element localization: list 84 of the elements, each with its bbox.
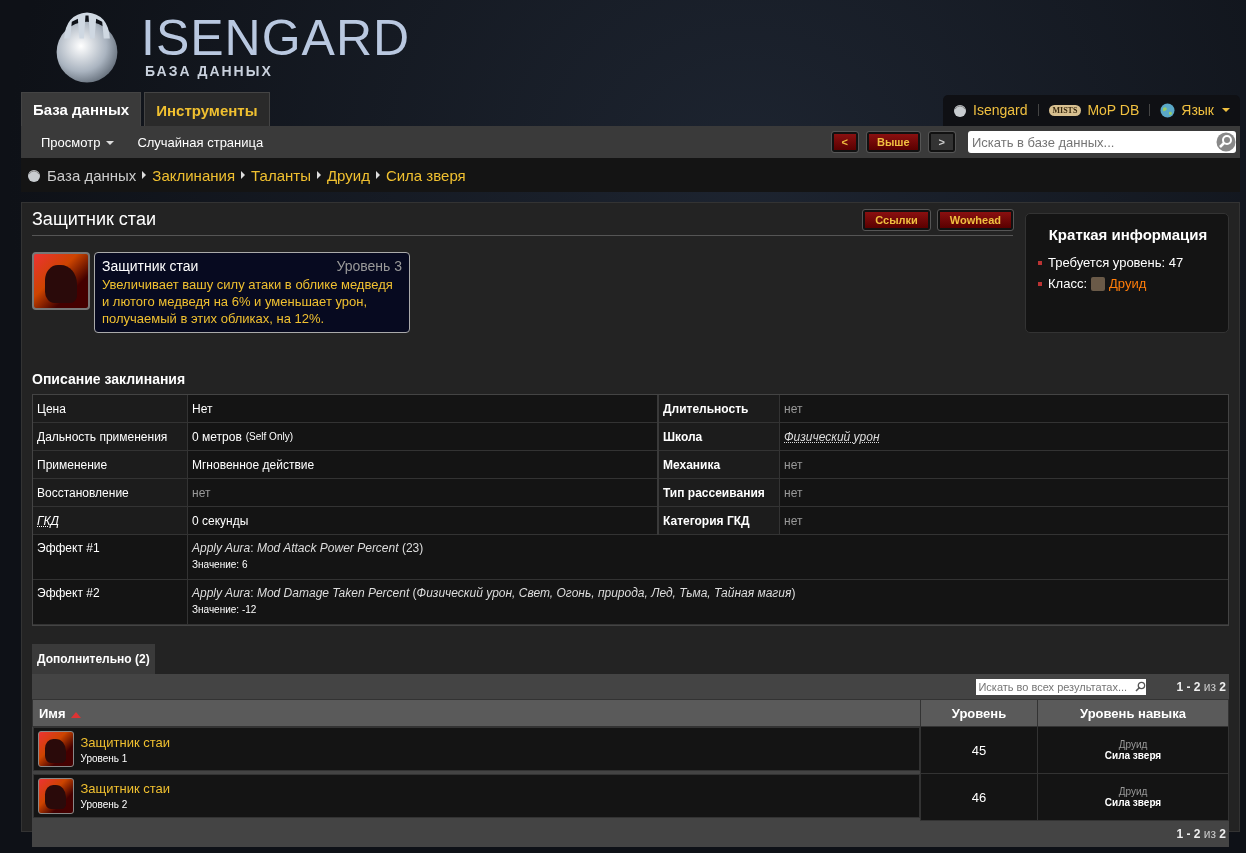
table-cell-text: нет	[783, 512, 804, 530]
spell-link[interactable]: Защитник стаи	[80, 734, 171, 750]
table-cell-text: нет	[783, 400, 804, 418]
spell-icon	[37, 731, 74, 767]
sphere-icon	[27, 168, 41, 182]
table-cell: Длительность	[659, 395, 780, 422]
globe-icon	[1160, 102, 1176, 118]
link-button[interactable]: Ссылки	[863, 209, 930, 230]
breadcrumb-link[interactable]: Друид	[326, 166, 370, 184]
search-field[interactable]: Искать в базе данных...	[968, 131, 1236, 153]
nav-button[interactable]: Выше	[866, 132, 920, 152]
table-cell: Тип рассеивания	[659, 479, 780, 506]
table-cell: Эффект #2	[33, 580, 188, 624]
table-cell: Восстановление	[33, 479, 188, 506]
results-tab[interactable]: Дополнительно (2)	[32, 644, 155, 674]
table-cell: Дальность применения	[33, 423, 188, 450]
link-button[interactable]: Wowhead	[937, 209, 1013, 230]
menu-link[interactable]: Случайная страница	[137, 134, 264, 150]
info-text: Требуется уровень: 47	[1048, 255, 1184, 270]
pagination-text: 1 - 2 из 2	[1176, 679, 1226, 694]
spell-link[interactable]: Защитник стаи	[80, 781, 171, 796]
spell-icon	[32, 252, 90, 310]
top-link[interactable]: MISTS MoP DB	[1048, 102, 1140, 118]
column-header[interactable]: Уровень навыка	[1037, 699, 1229, 727]
top-link[interactable]: Isengard	[953, 102, 1028, 118]
table-cell-text: 0 метров (Self Only)	[191, 428, 294, 446]
table-cell-text: нет	[783, 484, 804, 502]
pagination-text: 1 - 2 из 2	[1176, 827, 1226, 841]
spell-icon	[37, 777, 74, 814]
table-cell: Цена	[33, 395, 188, 422]
table-cell-text: Нет	[191, 400, 214, 418]
site-logo-title[interactable]: ISENGARD	[141, 13, 411, 63]
table-cell: 45	[920, 726, 1038, 774]
breadcrumb-link[interactable]: Заклинания	[152, 166, 236, 184]
table-cell: Школа	[659, 423, 780, 450]
main-tab[interactable]: База данных	[21, 92, 142, 126]
main-tab[interactable]: Инструменты	[144, 92, 270, 126]
info-box-title: Краткая информация	[1047, 226, 1209, 243]
tooltip-rank: Уровень 3	[336, 258, 402, 274]
table-cell: Эффект #1	[33, 535, 188, 579]
sphere-icon	[953, 103, 967, 117]
class-link[interactable]: Друид	[1109, 276, 1147, 291]
column-header[interactable]: Уровень	[920, 699, 1038, 727]
menu-link[interactable]: Просмотр	[41, 134, 115, 150]
tooltip-description: Увеличивает вашу силу атаки в облике медведя и лютого медведя на 6% и уменьшает урон, получаемый в этих обликах, на 12%.	[102, 276, 394, 327]
skill-tree: Сила зверя	[1103, 750, 1163, 761]
tooltip-name: Защитник стаи	[102, 258, 199, 274]
effect-text: Apply Aura: Mod Attack Power Percent (23)	[192, 541, 424, 555]
table-cell-text: нет	[191, 484, 212, 502]
rank-text: Уровень 1	[80, 752, 129, 764]
table-cell-text: Физический урон	[783, 428, 881, 446]
top-link[interactable]: Язык	[1160, 102, 1230, 118]
info-label: Класс:	[1048, 276, 1087, 291]
table-cell: Категория ГКД	[659, 507, 780, 534]
effect-value: Значение: 6	[192, 559, 249, 570]
class-icon	[1091, 276, 1105, 291]
page-title: Защитник стаи	[32, 209, 157, 230]
table-cell: Применение	[33, 451, 188, 478]
breadcrumb-link[interactable]: Сила зверя	[385, 166, 466, 184]
table-cell: 46	[920, 773, 1038, 821]
filter-field[interactable]: Искать во всех результатах...	[976, 678, 1147, 695]
section-title: Описание заклинания	[32, 371, 187, 387]
table-cell-text: 0 секунды	[191, 512, 250, 530]
site-logo-subtitle: БАЗА ДАННЫХ	[145, 63, 274, 79]
search-icon[interactable]	[1216, 132, 1236, 152]
table-cell: Механика	[659, 451, 780, 478]
effect-text: Apply Aura: Mod Damage Taken Percent (Физический урон, Свет, Огонь, природа, Лед, Тьма, Тайная магия)	[192, 586, 796, 600]
effect-value: Значение: -12	[192, 604, 258, 615]
table-cell: ГКД	[33, 507, 188, 534]
nav-button[interactable]: >	[928, 132, 955, 152]
search-input[interactable]: Искать в базе данных...	[968, 134, 1206, 150]
breadcrumb-link[interactable]: База данных	[47, 166, 137, 184]
skill-class: Друид	[1117, 739, 1149, 750]
column-header[interactable]: Имя	[32, 699, 921, 727]
table-cell-text: Мгновенное действие	[191, 456, 316, 474]
table-cell-text: нет	[783, 456, 804, 474]
skill-tree: Сила зверя	[1103, 797, 1163, 808]
breadcrumb-link[interactable]: Таланты	[251, 166, 311, 184]
filter-input[interactable]: Искать во всех результатах...	[976, 680, 1136, 693]
rank-text: Уровень 2	[80, 799, 129, 810]
search-icon	[1135, 681, 1147, 692]
nav-button[interactable]: <	[831, 132, 858, 152]
sort-arrow-icon	[70, 711, 81, 718]
skill-class: Друид	[1117, 786, 1149, 797]
